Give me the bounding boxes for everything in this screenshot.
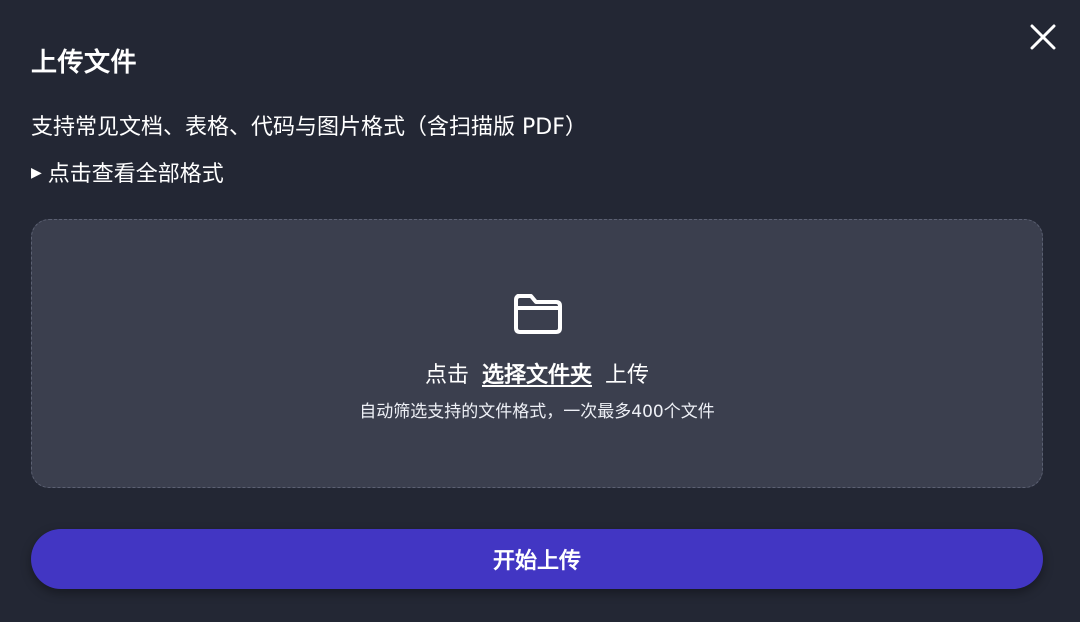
dialog-title: 上传文件 [31, 48, 138, 78]
close-icon [1030, 24, 1056, 50]
select-folder-link[interactable]: 选择文件夹 [482, 363, 592, 388]
show-all-formats-toggle[interactable]: ▶ 点击查看全部格式 [31, 156, 224, 188]
triangle-right-icon: ▶ [31, 165, 42, 181]
dropzone-prefix: 点击 [424, 363, 469, 388]
show-all-formats-label: 点击查看全部格式 [47, 162, 224, 187]
dropzone-hint: 自动筛选支持的文件格式，一次最多400个文件 [359, 402, 715, 422]
supported-formats-description: 支持常见文档、表格、代码与图片格式（含扫描版 PDF） [31, 115, 587, 140]
close-button[interactable] [1028, 22, 1058, 52]
upload-dropzone[interactable]: 点击 选择文件夹 上传 自动筛选支持的文件格式，一次最多400个文件 [31, 219, 1043, 488]
dropzone-suffix: 上传 [605, 363, 650, 388]
folder-icon [514, 294, 562, 334]
dropzone-instruction: 点击 选择文件夹 上传 [32, 357, 1042, 389]
upload-dialog: 上传文件 支持常见文档、表格、代码与图片格式（含扫描版 PDF） ▶ 点击查看全… [0, 0, 1080, 622]
start-upload-button[interactable]: 开始上传 [31, 529, 1043, 589]
